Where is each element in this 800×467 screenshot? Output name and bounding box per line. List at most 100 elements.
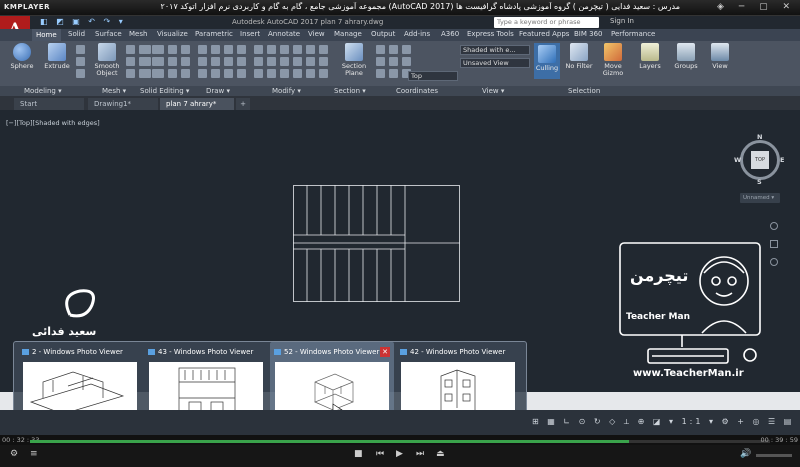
extrude-label: Extrude xyxy=(44,62,70,70)
previous-icon[interactable]: ⏮ xyxy=(376,449,384,459)
tab-surface[interactable]: Surface xyxy=(95,30,122,38)
panel-coordinates: Coordinates xyxy=(396,87,439,95)
autocad-titlebar: ◧ ◩ ▣ ↶ ↷ ▾ Autodesk AutoCAD 2017 plan 7… xyxy=(0,16,800,29)
modify-tools[interactable] xyxy=(254,45,329,78)
ribbon-panel-titles: Modeling ▾ Mesh ▾ Solid Editing ▾ Draw ▾… xyxy=(0,86,800,96)
status-toggles[interactable]: ⊞ ▦ ∟ ⊙ ↻ ◇ ⟂ ⊕ ◪ ▾ 1:1 ▾ ⚙ + ◎ ☰ ▤ xyxy=(532,417,794,427)
thumbnail-title: 52 - Windows Photo Viewer xyxy=(274,348,379,356)
player-title: مجموعه آموزشی جامع ، گام به گام و کاربرد… xyxy=(160,2,680,11)
tab-manage[interactable]: Manage xyxy=(334,30,362,38)
tab-performance[interactable]: Performance xyxy=(611,30,655,38)
thumbnail-title: 43 - Windows Photo Viewer xyxy=(148,348,253,356)
player-controls: ⚙ ≡ ■ ⏮ ▶ ⏭ ⏏ 🔊 xyxy=(0,445,800,467)
tab-a360[interactable]: A360 xyxy=(441,30,459,38)
signature-name: سعید فدائی xyxy=(32,325,97,338)
stair-plan-drawing[interactable] xyxy=(293,185,460,302)
panel-modeling[interactable]: Modeling ▾ xyxy=(24,87,62,95)
settings-icon[interactable]: ⚙ xyxy=(10,449,18,459)
compass-north[interactable]: N xyxy=(757,133,762,141)
menu-icon[interactable]: ≡ xyxy=(30,449,38,459)
culling-button[interactable]: Culling xyxy=(534,43,560,79)
culling-label: Culling xyxy=(535,64,559,72)
file-tab-drawing1[interactable]: Drawing1* xyxy=(88,98,158,110)
panel-draw[interactable]: Draw ▾ xyxy=(206,87,230,95)
tab-home[interactable]: Home xyxy=(32,29,61,41)
file-tab-start[interactable]: Start xyxy=(14,98,84,110)
compass-south[interactable]: S xyxy=(757,178,762,186)
play-icon[interactable]: ▶ xyxy=(396,449,403,459)
tab-express-tools[interactable]: Express Tools xyxy=(467,30,514,38)
sign-in-button[interactable]: Sign In xyxy=(608,17,668,28)
layers-button[interactable]: Layers xyxy=(636,43,664,70)
viewcube-top-face[interactable]: TOP xyxy=(751,151,769,169)
tab-bim360[interactable]: BIM 360 xyxy=(574,30,603,38)
panel-selection: Selection xyxy=(568,87,601,95)
tab-solid[interactable]: Solid xyxy=(68,30,85,38)
section-plane-label: Section Plane xyxy=(341,62,367,77)
no-filter-button[interactable]: No Filter xyxy=(564,43,594,70)
thumbnail-title: 42 - Windows Photo Viewer xyxy=(400,348,505,356)
groups-label: Groups xyxy=(674,62,698,70)
groups-button[interactable]: Groups xyxy=(672,43,700,70)
player-seekbar[interactable]: 00 : 32 : 33 00 : 39 : 59 xyxy=(0,435,800,445)
player-logo[interactable]: KMPLAYER xyxy=(4,3,50,11)
section-plane-button[interactable]: Section Plane xyxy=(338,43,370,77)
signature-mark-icon xyxy=(65,289,95,318)
named-view-dropdown[interactable]: Unsaved View xyxy=(460,58,530,68)
panel-modify[interactable]: Modify ▾ xyxy=(272,87,301,95)
solid-editing-tools[interactable] xyxy=(142,45,191,78)
viewport-controls[interactable]: [−][Top][Shaded with edges] xyxy=(6,119,100,127)
panel-section[interactable]: Section ▾ xyxy=(334,87,366,95)
section-plane-icon xyxy=(345,43,363,61)
watermark-brand: Teacher Man xyxy=(626,312,690,322)
visual-style-dropdown[interactable]: Shaded with e... xyxy=(460,45,530,55)
compass-east[interactable]: E xyxy=(780,156,784,164)
sphere-button[interactable]: Sphere xyxy=(8,43,36,70)
document-title: Autodesk AutoCAD 2017 plan 7 ahrary.dwg xyxy=(232,18,384,26)
smooth-object-button[interactable]: Smooth Object xyxy=(92,43,122,77)
ucs-menu[interactable]: Unnamed ▾ xyxy=(740,193,780,203)
ucs-dropdown[interactable]: Top xyxy=(408,71,458,81)
move-gizmo-button[interactable]: Move Gizmo xyxy=(598,43,628,77)
extrude-button[interactable]: Extrude xyxy=(42,43,72,70)
volume-icon[interactable]: 🔊 xyxy=(740,449,751,459)
photo-viewer-icon xyxy=(22,349,29,355)
tab-parametric[interactable]: Parametric xyxy=(195,30,233,38)
panel-view[interactable]: View ▾ xyxy=(482,87,504,95)
volume-slider[interactable] xyxy=(756,454,792,457)
compass-west[interactable]: W xyxy=(734,156,741,164)
photo-viewer-icon xyxy=(148,349,155,355)
smooth-object-label: Smooth Object xyxy=(94,62,120,77)
tab-featured-apps[interactable]: Featured Apps xyxy=(519,30,569,38)
tab-output[interactable]: Output xyxy=(371,30,395,38)
layers-icon xyxy=(641,43,659,61)
viewcube[interactable]: TOP N S E W xyxy=(734,133,786,186)
file-tab-plan7[interactable]: plan 7 ahrary* xyxy=(160,98,234,110)
groups-icon xyxy=(677,43,695,61)
tab-insert[interactable]: Insert xyxy=(240,30,260,38)
view-icon xyxy=(711,43,729,61)
new-tab-button[interactable]: + xyxy=(236,98,250,110)
view-button[interactable]: View xyxy=(706,43,734,70)
tab-view[interactable]: View xyxy=(308,30,325,38)
panel-mesh[interactable]: Mesh ▾ xyxy=(102,87,126,95)
quick-access-toolbar[interactable]: ◧ ◩ ▣ ↶ ↷ ▾ xyxy=(40,17,126,26)
thumbnail-title: 2 - Windows Photo Viewer xyxy=(22,348,123,356)
draw-tools[interactable] xyxy=(198,45,247,78)
seek-progress xyxy=(30,440,630,443)
stop-icon[interactable]: ■ xyxy=(354,449,363,459)
window-buttons[interactable]: ◈ ─ ▢ ✕ xyxy=(717,2,796,12)
close-icon[interactable]: ✕ xyxy=(380,347,390,357)
tab-mesh[interactable]: Mesh xyxy=(129,30,147,38)
search-input[interactable]: Type a keyword or phrase xyxy=(494,17,599,28)
move-gizmo-label: Move Gizmo xyxy=(602,62,624,77)
status-bar: ⊞ ▦ ∟ ⊙ ↻ ◇ ⟂ ⊕ ◪ ▾ 1:1 ▾ ⚙ + ◎ ☰ ▤ xyxy=(0,410,800,435)
next-icon[interactable]: ⏭ xyxy=(416,449,424,459)
tab-annotate[interactable]: Annotate xyxy=(268,30,300,38)
modeling-small-tools[interactable] xyxy=(76,45,86,78)
panel-solid-editing[interactable]: Solid Editing ▾ xyxy=(140,87,189,95)
eject-icon[interactable]: ⏏ xyxy=(436,449,445,459)
coordinates-tools[interactable] xyxy=(376,45,412,78)
tab-addins[interactable]: Add-ins xyxy=(404,30,430,38)
tab-visualize[interactable]: Visualize xyxy=(157,30,188,38)
